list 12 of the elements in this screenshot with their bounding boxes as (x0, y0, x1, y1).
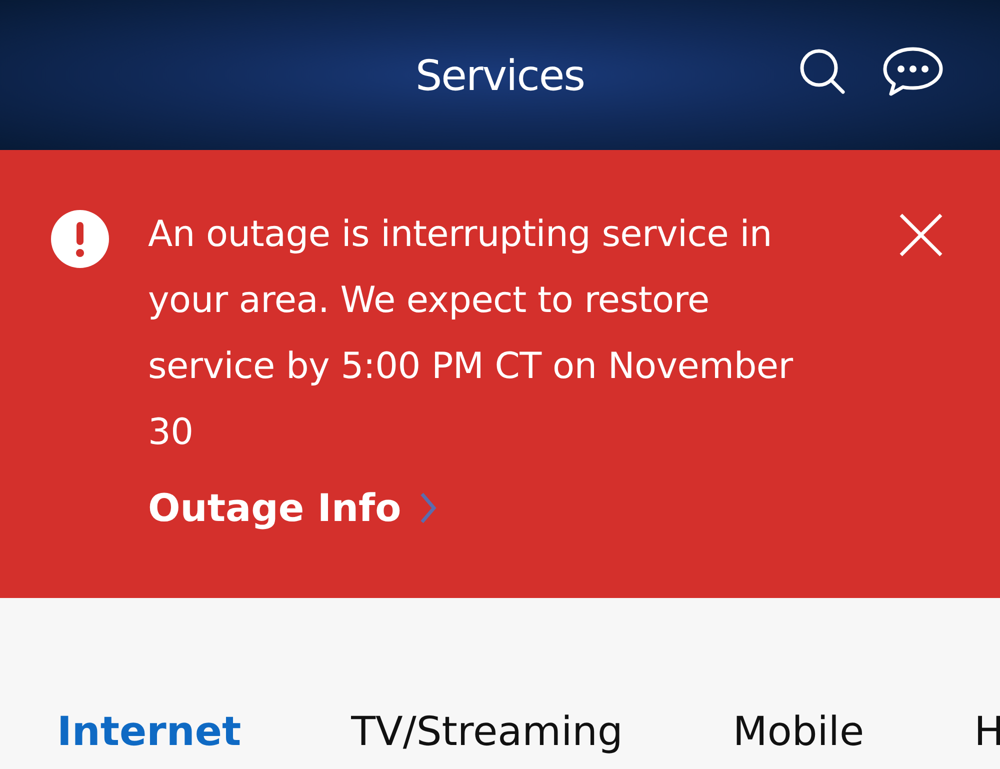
category-tab[interactable]: Internet (57, 710, 242, 754)
outage-message: An outage is interrupting service in your area. We expect to restore service by 5:00 PM CT on November 30 (148, 213, 794, 455)
category-tab[interactable]: TV/Streaming (351, 710, 623, 754)
chat-bubble-icon[interactable] (882, 46, 944, 96)
chevron-icon (419, 491, 438, 525)
category-tab[interactable]: Mobile (732, 710, 864, 754)
category-tab[interactable]: H (974, 710, 1000, 754)
close-icon[interactable] (898, 212, 944, 258)
outage-info-link[interactable]: Outage Info (148, 486, 438, 530)
search-icon[interactable] (798, 47, 846, 95)
exclamation-icon (51, 210, 109, 268)
page-title: Services (415, 50, 585, 100)
